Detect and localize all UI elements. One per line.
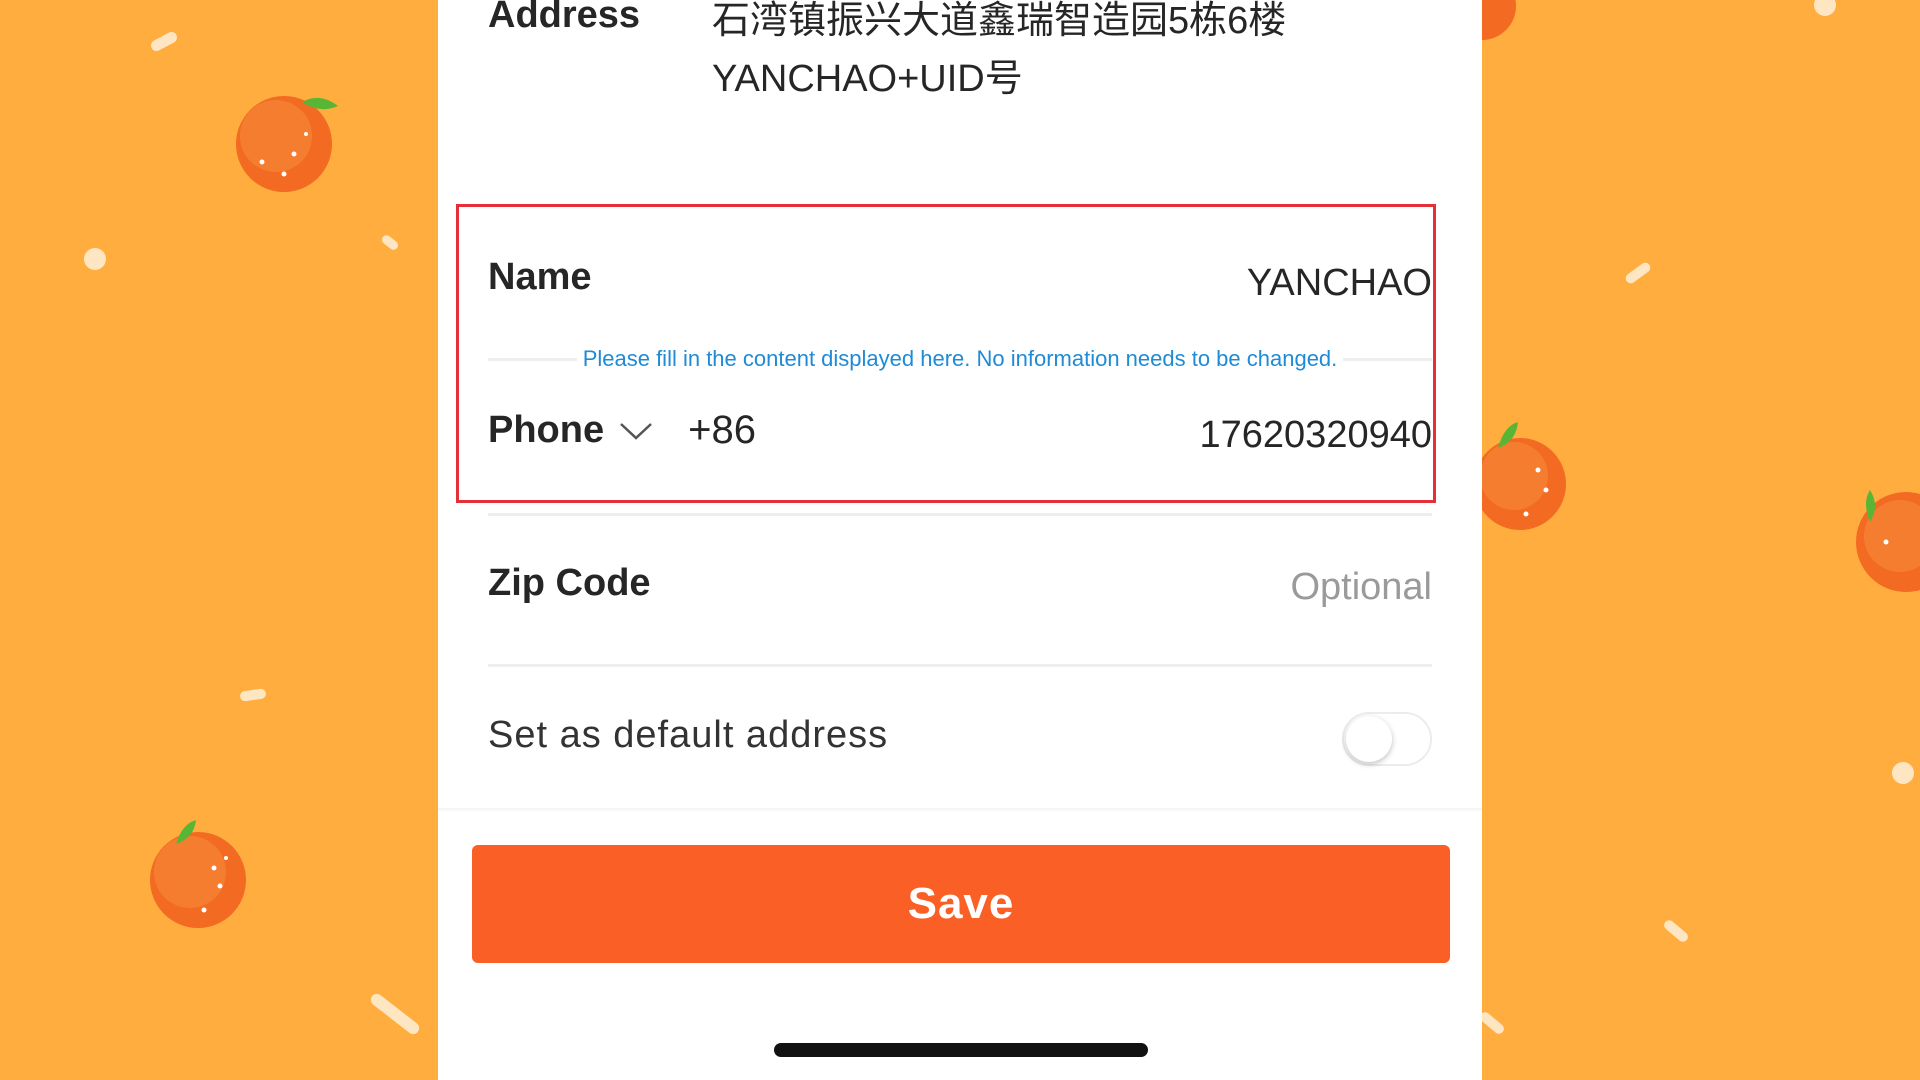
confetti-dot	[1814, 0, 1836, 16]
phone-number-field[interactable]: 17620320940	[1200, 414, 1432, 457]
default-address-label: Set as default address	[488, 714, 889, 756]
save-button[interactable]: Save	[472, 845, 1450, 963]
name-label: Name	[488, 256, 592, 298]
orange-icon	[1482, 0, 1516, 40]
address-form-panel: Address 石湾镇振兴大道鑫瑞智造园5栋6楼 YANCHAO+UID号 Na…	[438, 0, 1482, 1080]
home-indicator[interactable]	[774, 1043, 1148, 1057]
address-label: Address	[488, 0, 641, 36]
zip-code-input[interactable]: Optional	[1290, 566, 1432, 609]
divider	[488, 664, 1432, 667]
toggle-knob	[1346, 716, 1392, 762]
hint-text-content: Please fill in the content displayed her…	[576, 346, 1344, 371]
orange-icon	[1856, 490, 1920, 592]
chevron-down-icon[interactable]	[618, 419, 654, 443]
card-bottom-edge	[438, 808, 1482, 812]
default-address-toggle[interactable]	[1342, 712, 1432, 766]
address-line-1: 石湾镇振兴大道鑫瑞智造园5栋6楼	[712, 0, 1287, 42]
confetti-piece	[368, 991, 422, 1037]
address-line-2: YANCHAO+UID号	[712, 58, 1023, 100]
zip-code-label: Zip Code	[488, 562, 651, 604]
divider	[488, 513, 1432, 516]
confetti-piece	[239, 688, 267, 702]
confetti-dot	[84, 248, 106, 270]
orange-icon	[1482, 422, 1566, 530]
phone-label: Phone	[488, 409, 605, 451]
hint-text: Please fill in the content displayed her…	[488, 346, 1432, 372]
address-value[interactable]: 石湾镇振兴大道鑫瑞智造园5栋6楼 YANCHAO+UID号	[712, 0, 1412, 108]
name-field[interactable]: YANCHAO	[1247, 262, 1432, 305]
background-right	[1482, 0, 1920, 1080]
confetti-piece	[1623, 260, 1653, 286]
country-code-selector[interactable]: +86	[688, 408, 756, 453]
confetti-piece	[380, 233, 400, 252]
background-left	[0, 0, 438, 1080]
orange-icon	[236, 96, 338, 192]
confetti-piece	[149, 30, 179, 53]
confetti-piece	[1482, 1010, 1506, 1036]
confetti-piece	[1662, 918, 1690, 944]
confetti-dot	[1892, 762, 1914, 784]
phone-row: Phone +86	[488, 408, 756, 453]
orange-icon	[150, 820, 246, 928]
